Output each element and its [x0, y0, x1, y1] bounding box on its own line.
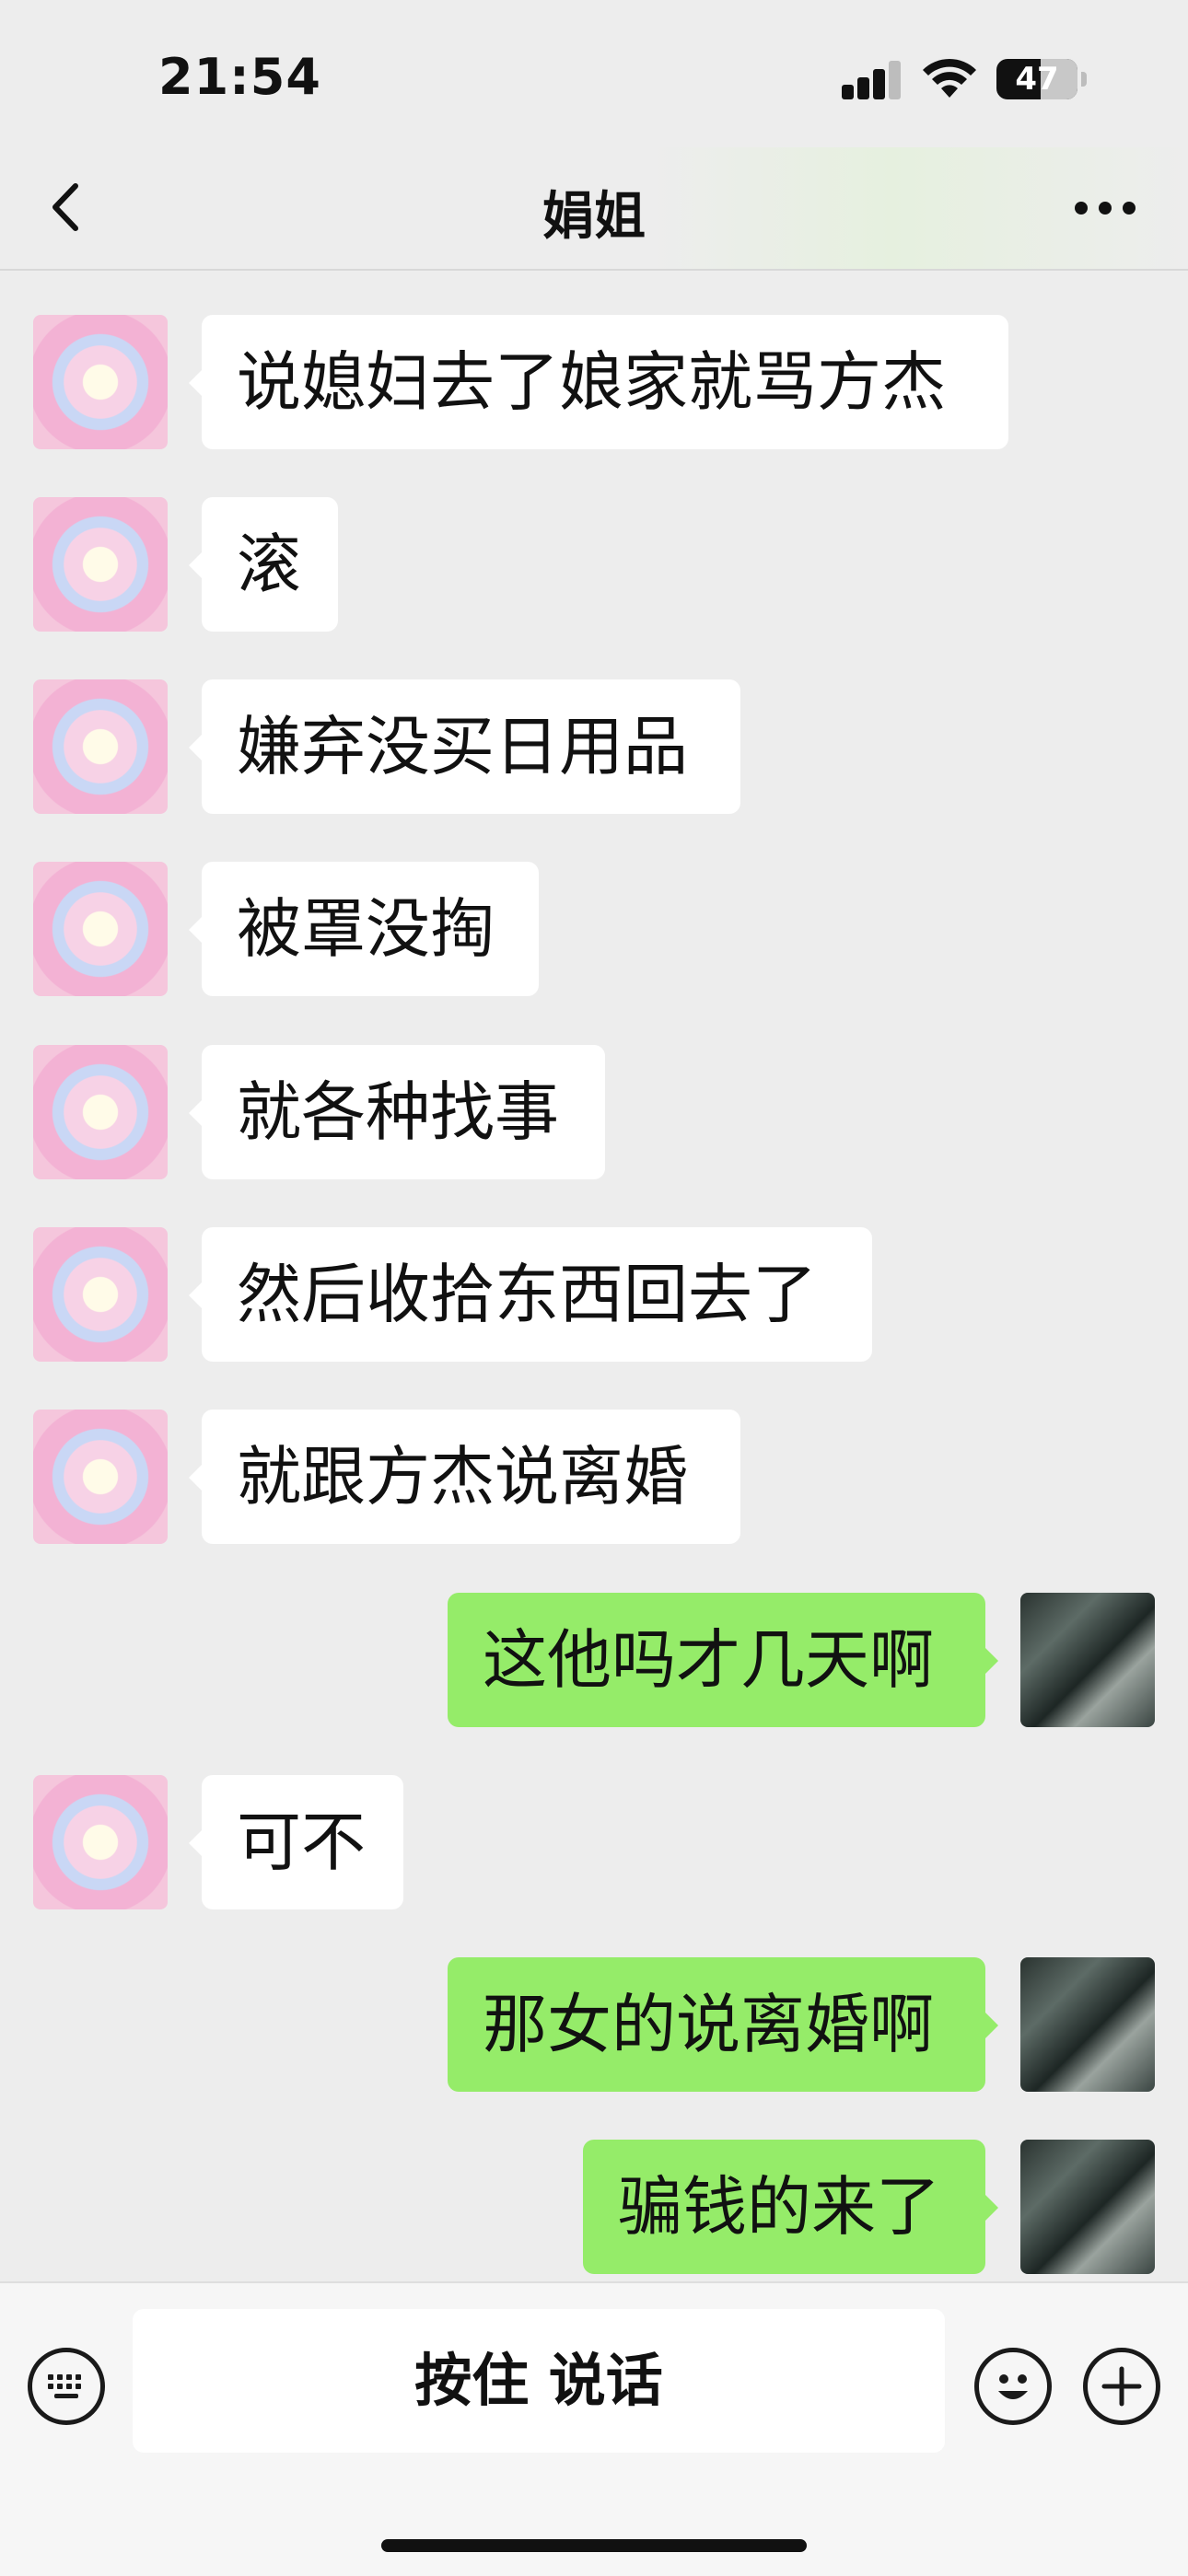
status-bar: 21:54 47	[0, 0, 1188, 147]
my-avatar[interactable]	[1020, 1957, 1155, 2092]
message-bubble[interactable]: 这他吗才几天啊	[448, 1593, 998, 1727]
message-bubble[interactable]: 嫌弃没买日用品	[189, 679, 740, 814]
message-bubble[interactable]: 骗钱的来了	[583, 2140, 998, 2274]
input-bar: 按住 说话	[0, 2281, 1188, 2576]
wifi-icon	[923, 58, 976, 98]
battery-icon: 47	[996, 59, 1077, 99]
message-bubble[interactable]: 说媳妇去了娘家就骂方杰	[189, 315, 1008, 449]
my-avatar[interactable]	[1020, 2140, 1155, 2274]
contact-avatar[interactable]	[33, 1045, 168, 1179]
contact-avatar[interactable]	[33, 679, 168, 814]
more-actions-button[interactable]	[1083, 2348, 1160, 2425]
message-bubble[interactable]: 然后收拾东西回去了	[189, 1227, 872, 1362]
chat-title: 娟姐	[542, 187, 646, 247]
more-dots-icon[interactable]	[1068, 180, 1142, 236]
message-bubble[interactable]: 可不	[189, 1775, 403, 1909]
message-bubble[interactable]: 就各种找事	[189, 1045, 605, 1179]
contact-avatar[interactable]	[33, 862, 168, 996]
contact-avatar[interactable]	[33, 497, 168, 632]
chat-header: 娟姐	[0, 147, 1188, 271]
emoji-icon	[998, 2374, 1028, 2399]
plus-icon	[1101, 2366, 1142, 2407]
contact-avatar[interactable]	[33, 1775, 168, 1909]
message-bubble[interactable]: 被罩没掏	[189, 862, 539, 996]
message-bubble[interactable]: 那女的说离婚啊	[448, 1957, 998, 2092]
emoji-button[interactable]	[974, 2348, 1052, 2425]
cellular-signal-icon	[842, 59, 901, 99]
hold-to-talk-button[interactable]: 按住 说话	[133, 2309, 945, 2453]
home-indicator	[381, 2539, 807, 2552]
my-avatar[interactable]	[1020, 1593, 1155, 1727]
keyboard-toggle-button[interactable]	[28, 2348, 105, 2425]
contact-avatar[interactable]	[33, 315, 168, 449]
message-bubble[interactable]: 就跟方杰说离婚	[189, 1410, 740, 1544]
message-bubble[interactable]: 滚	[189, 497, 338, 632]
contact-avatar[interactable]	[33, 1410, 168, 1544]
keyboard-icon	[48, 2374, 81, 2398]
battery-level: 47	[1015, 61, 1059, 98]
status-time: 21:54	[158, 48, 321, 106]
contact-avatar[interactable]	[33, 1227, 168, 1362]
